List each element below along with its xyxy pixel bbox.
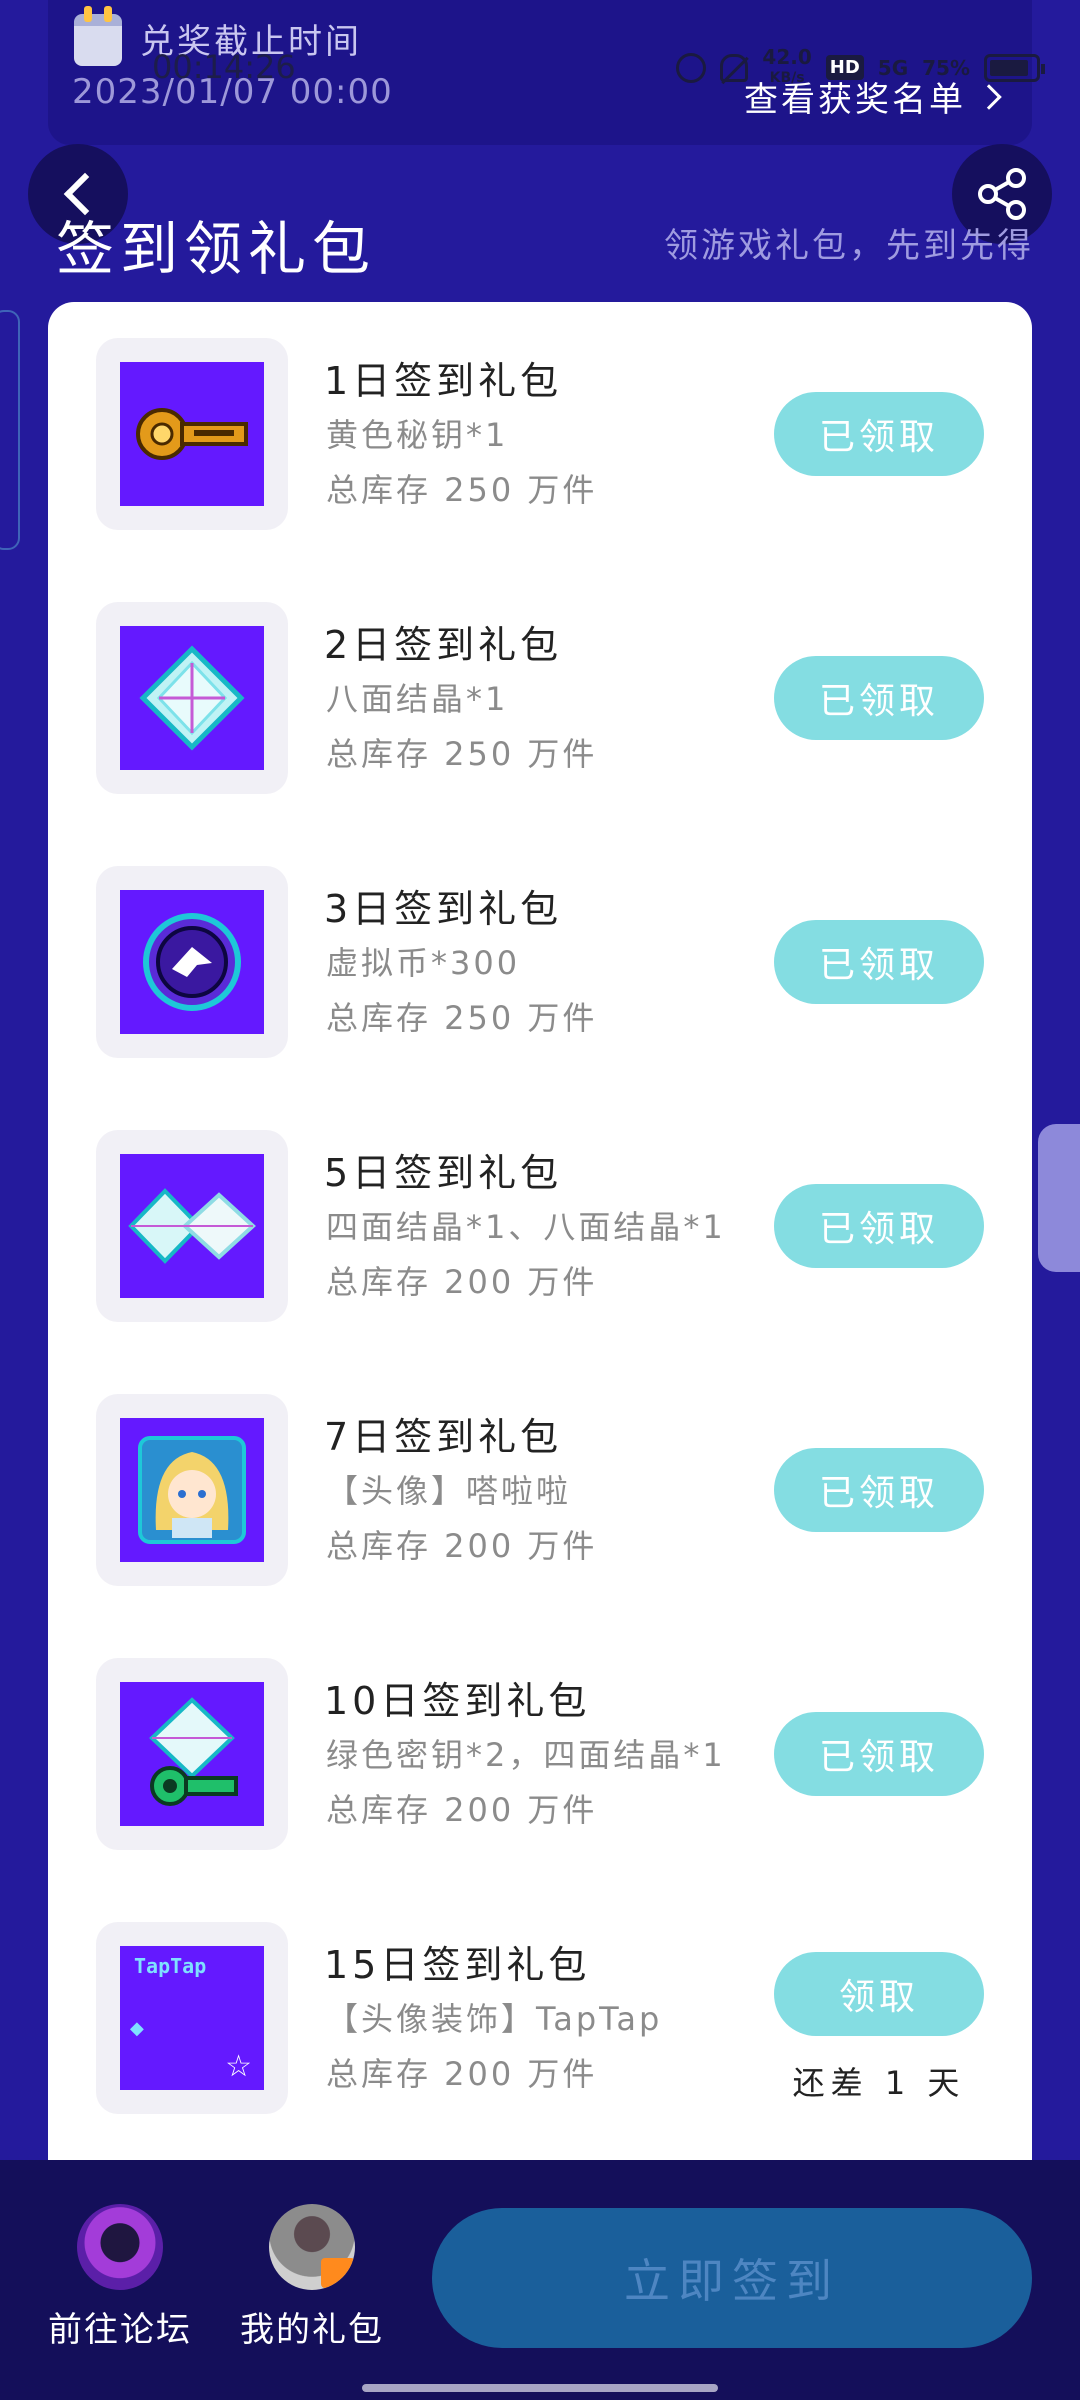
my-gifts-button[interactable]: 我的礼包	[232, 2204, 392, 2351]
page-subtitle: 领游戏礼包，先到先得	[664, 226, 1034, 266]
gift-items: 【头像装饰】TapTap	[326, 2000, 663, 2038]
claimed-button[interactable]: 已领取	[774, 656, 984, 740]
avatar-portrait-icon	[120, 1418, 264, 1562]
gift-stock: 总库存 250 万件	[326, 471, 598, 509]
net-speed-value: 42.0	[762, 45, 812, 69]
gift-title: 7日签到礼包	[324, 1415, 563, 1459]
gift-thumb-frame	[96, 1394, 288, 1586]
alarm-icon	[676, 52, 707, 83]
gift-box-icon	[321, 2258, 355, 2288]
octahedron-crystal-icon	[120, 626, 264, 770]
gift-row: 1日签到礼包 黄色秘钥*1 总库存 250 万件 已领取	[48, 302, 1032, 566]
share-icon	[978, 168, 1026, 220]
small-star-icon: ◆	[130, 2018, 144, 2039]
taptap-thumb-text: TapTap	[134, 1954, 207, 1978]
floating-side-handle[interactable]	[1038, 1124, 1080, 1272]
double-crystal-icon	[120, 1154, 264, 1298]
gift-stock: 总库存 200 万件	[326, 1527, 598, 1565]
signal-icon: 5G	[877, 55, 909, 80]
battery-icon	[984, 53, 1045, 82]
battery-percent: 75%	[922, 55, 970, 80]
gift-row: 7日签到礼包 【头像】嗒啦啦 总库存 200 万件 已领取	[48, 1358, 1032, 1622]
gift-thumb-frame	[96, 602, 288, 794]
gift-row: 5日签到礼包 四面结晶*1、八面结晶*1 总库存 200 万件 已领取	[48, 1094, 1032, 1358]
star-icon: ☆	[225, 2049, 252, 2084]
mute-icon	[720, 53, 749, 82]
net-speed-unit: KB/s	[769, 70, 805, 86]
gift-title: 5日签到礼包	[324, 1151, 563, 1195]
forum-avatar-icon	[77, 2204, 163, 2290]
claimed-button[interactable]: 已领取	[774, 1712, 984, 1796]
gift-thumb-frame	[96, 1658, 288, 1850]
my-gifts-avatar-icon	[269, 2204, 355, 2290]
gift-thumb-frame: TapTap ☆ ◆	[96, 1922, 288, 2114]
gift-title: 3日签到礼包	[324, 887, 563, 931]
gift-list-card: 1日签到礼包 黄色秘钥*1 总库存 250 万件 已领取 2日签到礼包 八面结晶…	[48, 302, 1032, 2162]
claim-button[interactable]: 领取	[774, 1952, 984, 2036]
hd-icon: HD	[825, 55, 864, 80]
gift-stock: 总库存 200 万件	[326, 2055, 598, 2093]
gift-stock: 总库存 250 万件	[326, 999, 598, 1037]
gift-items: 四面结晶*1、八面结晶*1	[326, 1208, 726, 1246]
gift-thumb-frame	[96, 1130, 288, 1322]
gift-thumb-frame	[96, 338, 288, 530]
gift-row: 10日签到礼包 绿色密钥*2，四面结晶*1 总库存 200 万件 已领取	[48, 1622, 1032, 1886]
gift-stock: 总库存 250 万件	[326, 735, 598, 773]
home-indicator[interactable]	[362, 2384, 718, 2392]
side-tab-left	[0, 310, 20, 550]
status-time: 00:14:26	[152, 48, 296, 86]
gift-thumb-frame	[96, 866, 288, 1058]
gift-items: 【头像】嗒啦啦	[326, 1472, 572, 1510]
gift-title: 2日签到礼包	[324, 623, 563, 667]
gift-items: 虚拟币*300	[326, 944, 521, 982]
go-to-forum-button[interactable]: 前往论坛	[40, 2204, 200, 2351]
taptap-frame-icon: TapTap ☆ ◆	[120, 1946, 264, 2090]
page-title: 签到领礼包	[56, 215, 377, 283]
my-gifts-label: 我的礼包	[240, 2310, 384, 2350]
gift-row: TapTap ☆ ◆ 15日签到礼包 【头像装饰】TapTap 总库存 200 …	[48, 1886, 1032, 2150]
calendar-icon	[74, 6, 122, 66]
yellow-key-icon	[120, 362, 264, 506]
net-speed: 42.0 KB/s	[762, 45, 812, 87]
gift-title: 15日签到礼包	[324, 1943, 591, 1987]
gift-items: 绿色密钥*2，四面结晶*1	[326, 1736, 726, 1774]
crystal-and-green-key-icon	[120, 1682, 264, 1826]
claimed-button[interactable]: 已领取	[774, 1448, 984, 1532]
status-icons: 42.0 KB/s HD 5G 75%	[676, 45, 1045, 87]
gift-items: 黄色秘钥*1	[326, 416, 509, 454]
gift-row: 2日签到礼包 八面结晶*1 总库存 250 万件 已领取	[48, 566, 1032, 830]
virtual-coin-icon	[120, 890, 264, 1034]
gift-stock: 总库存 200 万件	[326, 1263, 598, 1301]
gift-row: 3日签到礼包 虚拟币*300 总库存 250 万件 已领取	[48, 830, 1032, 1094]
chevron-right-icon	[976, 83, 1002, 110]
gift-title: 10日签到礼包	[324, 1679, 591, 1723]
days-remaining: 还差 1 天	[792, 2064, 966, 2102]
forum-label: 前往论坛	[48, 2310, 192, 2350]
claimed-button[interactable]: 已领取	[774, 920, 984, 1004]
gift-title: 1日签到礼包	[324, 359, 563, 403]
bottom-bar: 前往论坛 我的礼包 立即签到	[0, 2160, 1080, 2400]
claimed-button[interactable]: 已领取	[774, 392, 984, 476]
gift-stock: 总库存 200 万件	[326, 1791, 598, 1829]
gift-items: 八面结晶*1	[326, 680, 509, 718]
claimed-button[interactable]: 已领取	[774, 1184, 984, 1268]
sign-in-now-button[interactable]: 立即签到	[432, 2208, 1032, 2348]
